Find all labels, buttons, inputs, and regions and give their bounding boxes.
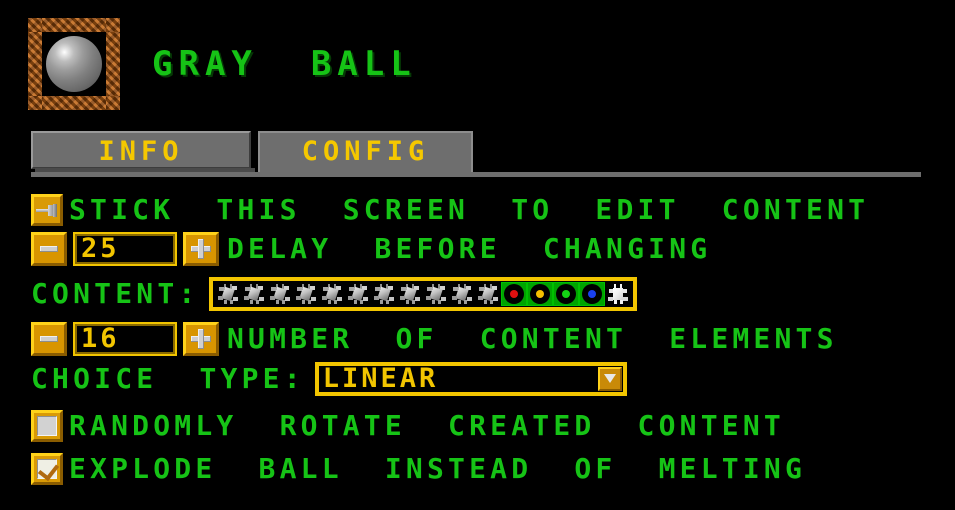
explode-ball-label: EXPLODE BALL INSTEAD OF MELTING bbox=[69, 452, 807, 485]
delay-value: 25 bbox=[81, 232, 120, 264]
checkbox-face-unchecked bbox=[37, 416, 57, 436]
bug-sprite-icon bbox=[452, 284, 473, 304]
dot-pip bbox=[536, 290, 545, 298]
row-content: CONTENT: bbox=[31, 277, 638, 311]
bug-sprite-icon bbox=[374, 284, 395, 304]
content-tile-bug[interactable] bbox=[215, 282, 241, 306]
checkbox-face-checked bbox=[37, 458, 60, 482]
content-tile-bug[interactable] bbox=[293, 282, 319, 306]
bug-sprite-icon bbox=[218, 284, 239, 304]
delay-label: DELAY BEFORE CHANGING bbox=[227, 232, 712, 265]
dot-pip bbox=[510, 290, 519, 298]
gray-ball-icon bbox=[28, 18, 120, 110]
content-tile-dot[interactable] bbox=[579, 282, 606, 306]
bug-sprite-icon bbox=[426, 284, 447, 304]
dot-pip bbox=[588, 290, 597, 298]
content-tile-dot[interactable] bbox=[501, 282, 528, 306]
count-decrement-button[interactable] bbox=[31, 322, 67, 356]
content-tile-bug[interactable] bbox=[449, 282, 475, 306]
explode-ball-checkbox[interactable] bbox=[31, 453, 63, 485]
content-tile-bug[interactable] bbox=[371, 282, 397, 306]
row-stick-screen: STICK THIS SCREEN TO EDIT CONTENT bbox=[31, 193, 869, 227]
content-tile-bug[interactable] bbox=[267, 282, 293, 306]
bug-sprite-icon bbox=[244, 284, 265, 304]
bug-sprite-icon bbox=[270, 284, 291, 304]
content-tile-bug[interactable] bbox=[475, 282, 501, 306]
choice-type-label: CHOICE TYPE: bbox=[31, 362, 305, 395]
row-count: 16 NUMBER OF CONTENT ELEMENTS bbox=[31, 322, 838, 356]
plus-icon-vertical bbox=[198, 239, 204, 259]
chevron-down-icon[interactable] bbox=[597, 367, 622, 391]
stick-screen-label: STICK THIS SCREEN TO EDIT CONTENT bbox=[69, 193, 870, 226]
content-tile-dot[interactable] bbox=[553, 282, 580, 306]
count-label: NUMBER OF CONTENT ELEMENTS bbox=[227, 322, 838, 355]
choice-type-select[interactable]: LINEAR bbox=[314, 362, 627, 396]
count-increment-button[interactable] bbox=[183, 322, 219, 356]
minus-icon bbox=[40, 246, 58, 252]
delay-increment-button[interactable] bbox=[183, 232, 219, 266]
dot-pip bbox=[562, 290, 571, 298]
content-tile-bug[interactable] bbox=[345, 282, 371, 306]
page-title: GRAY BALL bbox=[152, 44, 417, 84]
row-delay: 25 DELAY BEFORE CHANGING bbox=[31, 232, 711, 266]
randomly-rotate-checkbox[interactable] bbox=[31, 410, 63, 442]
content-tile-dot[interactable] bbox=[527, 282, 554, 306]
count-value: 16 bbox=[81, 322, 120, 354]
content-tile-strip[interactable] bbox=[209, 277, 638, 311]
bug-sprite-icon bbox=[348, 284, 369, 304]
bug-sprite-icon bbox=[608, 284, 629, 304]
content-tile-bug[interactable] bbox=[423, 282, 449, 306]
plus-icon-vertical bbox=[198, 329, 204, 349]
tab-info[interactable]: INFO bbox=[31, 131, 255, 172]
bug-sprite-icon bbox=[322, 284, 343, 304]
count-input[interactable]: 16 bbox=[73, 322, 177, 356]
content-tile-bug[interactable] bbox=[241, 282, 267, 306]
tab-config[interactable]: CONFIG bbox=[258, 131, 473, 174]
content-tile-white-bug[interactable] bbox=[605, 282, 631, 306]
bug-sprite-icon bbox=[296, 284, 317, 304]
minus-icon bbox=[40, 336, 58, 342]
header: GRAY BALL bbox=[28, 18, 417, 110]
bug-sprite-icon bbox=[478, 284, 499, 304]
content-tile-bug[interactable] bbox=[319, 282, 345, 306]
pin-icon bbox=[36, 204, 58, 217]
bug-sprite-icon bbox=[400, 284, 421, 304]
choice-type-value: LINEAR bbox=[322, 362, 439, 394]
stick-screen-toggle[interactable] bbox=[31, 194, 63, 226]
delay-input[interactable]: 25 bbox=[73, 232, 177, 266]
content-label: CONTENT: bbox=[31, 277, 200, 310]
randomly-rotate-label: RANDOMLY ROTATE CREATED CONTENT bbox=[69, 409, 785, 442]
tab-divider bbox=[31, 172, 921, 177]
delay-decrement-button[interactable] bbox=[31, 232, 67, 266]
row-choice-type: CHOICE TYPE: LINEAR bbox=[31, 362, 627, 396]
check-icon bbox=[37, 458, 60, 482]
row-explode-ball: EXPLODE BALL INSTEAD OF MELTING bbox=[31, 452, 806, 486]
gray-ball-sphere bbox=[46, 36, 102, 92]
config-screen: GRAY BALL INFO CONFIG STICK THIS SCREEN … bbox=[0, 0, 955, 510]
content-tile-bug[interactable] bbox=[397, 282, 423, 306]
row-randomly-rotate: RANDOMLY ROTATE CREATED CONTENT bbox=[31, 409, 785, 443]
